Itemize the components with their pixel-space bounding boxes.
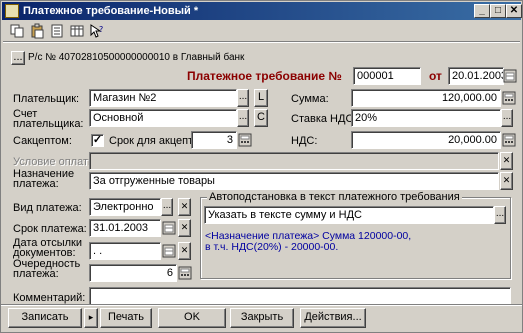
pay-type-select-button[interactable]: ... [161, 198, 173, 216]
toolbar: ? [3, 22, 520, 40]
payer-label: Плательщик: [13, 93, 80, 105]
payer-account-select-button[interactable]: ... [237, 109, 249, 127]
payer-account-C-button[interactable]: C [254, 109, 268, 127]
autofill-group-title: Автоподстановка в текст платежного требо… [207, 190, 462, 204]
calculator-icon[interactable] [502, 90, 516, 106]
close-window-button[interactable]: ✕ [506, 4, 522, 18]
sum-field[interactable]: 120,000.00 [351, 89, 501, 107]
priority-field[interactable]: 6 [89, 264, 177, 282]
payer-account-label: Счет плательщика: [13, 108, 84, 130]
account-select-button[interactable]: ... [11, 51, 25, 65]
document-number-field[interactable]: 000001 [353, 67, 421, 85]
paste-icon[interactable] [29, 23, 45, 39]
print-button[interactable]: Печать [100, 308, 152, 328]
copy-icon[interactable] [9, 23, 25, 39]
shipping-date-field[interactable]: . . [89, 242, 161, 260]
shipping-date-label: Дата отсылки документов: [13, 237, 82, 259]
autofill-select-button[interactable]: ... [494, 206, 506, 224]
pay-type-clear-button[interactable]: ✕ [178, 198, 191, 216]
calendar-icon[interactable] [162, 243, 176, 259]
acceptance-label: Сакцептом: [13, 135, 72, 147]
payer-L-button[interactable]: L [254, 89, 268, 107]
close-button[interactable]: Закрыть [230, 308, 294, 328]
calendar-icon[interactable] [162, 220, 176, 236]
purpose-label: Назначение платежа: [13, 168, 75, 190]
document-title: Платежное требование № [187, 69, 342, 83]
comment-field[interactable] [89, 287, 511, 305]
comment-label: Комментарий: [13, 292, 86, 304]
title-bar[interactable]: Платежное требование-Новый * _ □ ✕ [2, 2, 522, 20]
payer-field[interactable]: Магазин №2 [89, 89, 237, 107]
payer-account-field[interactable]: Основной [89, 109, 237, 127]
autofill-select-field[interactable]: Указать в тексте сумму и НДС [204, 206, 494, 224]
toolbar-separator [3, 41, 520, 43]
calculator-icon[interactable] [238, 132, 252, 148]
pay-term-field[interactable]: 31.01.2003 [89, 219, 161, 237]
document-app-icon [5, 4, 19, 18]
purpose-clear-button[interactable]: ✕ [500, 172, 513, 190]
payer-select-button[interactable]: ... [237, 89, 249, 107]
acceptance-term-field[interactable]: 3 [191, 131, 237, 149]
calculator-icon[interactable] [502, 132, 516, 148]
purpose-field[interactable]: За отгруженные товары [89, 172, 499, 190]
table-icon[interactable] [69, 23, 85, 39]
minimize-button[interactable]: _ [474, 4, 490, 18]
priority-label: Очередность платежа: [13, 258, 81, 280]
vat-rate-label: Ставка НДС: [291, 113, 357, 125]
autofill-preview-text: <Назначение платежа> Сумма 120000-00, в … [205, 231, 411, 253]
save-options-button[interactable]: ▸ [84, 308, 98, 328]
payment-terms-clear-button[interactable]: ✕ [500, 152, 513, 170]
pay-term-clear-button[interactable]: ✕ [178, 219, 191, 237]
vat-label: НДС: [291, 135, 318, 147]
save-button[interactable]: Записать [8, 308, 82, 328]
vat-field[interactable]: 20,000.00 [351, 131, 501, 149]
document-icon[interactable] [49, 23, 65, 39]
pay-type-field[interactable]: Электронно [89, 198, 161, 216]
calendar-icon[interactable] [503, 68, 517, 84]
bottom-separator [1, 304, 522, 306]
svg-text:?: ? [99, 25, 103, 34]
shipping-date-clear-button[interactable]: ✕ [178, 242, 191, 260]
account-text: Р/с № 40702810500000000010 в Главный бан… [28, 52, 245, 63]
maximize-button[interactable]: □ [490, 4, 506, 18]
autofill-preview-line2: в т.ч. НДС(20%) - 20000-00. [205, 241, 339, 253]
ok-button[interactable]: OK [158, 308, 226, 328]
vat-rate-select-button[interactable]: ... [501, 109, 513, 127]
document-date-field[interactable]: 20.01.2003 [448, 67, 504, 85]
payment-terms-field [89, 152, 499, 170]
payment-terms-label: Условие оплаты: [13, 156, 99, 168]
help-arrow-icon[interactable]: ? [89, 23, 105, 39]
acceptance-term-label: Срок для акцепта: [109, 135, 203, 147]
vat-rate-field[interactable]: 20% [351, 109, 501, 127]
window-title: Платежное требование-Новый * [23, 5, 199, 17]
calculator-icon[interactable] [178, 265, 192, 281]
document-window: Платежное требование-Новый * _ □ ✕ ? ...… [0, 0, 523, 333]
acceptance-checkbox[interactable]: ✓ [91, 134, 104, 147]
date-label: от [429, 69, 442, 83]
sum-label: Сумма: [291, 93, 329, 105]
pay-type-label: Вид платежа: [13, 202, 82, 214]
actions-button[interactable]: Действия... [300, 308, 366, 328]
pay-term-label: Срок платежа: [13, 223, 87, 235]
